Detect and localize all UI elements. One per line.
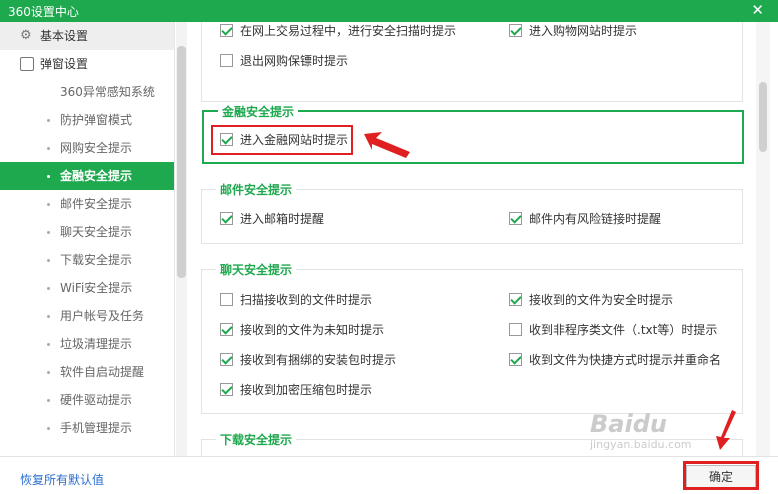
section-title: 金融安全提示: [218, 103, 299, 120]
bullet-icon: [47, 399, 50, 402]
sidebar-item-label: WiFi安全提示: [60, 281, 133, 295]
sidebar-item-anomaly[interactable]: 360异常感知系统: [0, 78, 174, 106]
scrollbar-thumb[interactable]: [759, 82, 767, 152]
option-mail-risk-link[interactable]: 邮件内有风险链接时提醒: [509, 211, 661, 227]
sidebar-item-finance[interactable]: 金融安全提示: [0, 162, 174, 190]
option-chat-unknown[interactable]: 接收到的文件为未知时提示: [220, 322, 384, 338]
settings-content: 在网上交易过程中，进行安全扫描时提示 进入购物网站时提示 退出网购保镖时提示 金…: [188, 22, 756, 456]
option-shopping-exit[interactable]: 退出网购保镖时提示: [220, 53, 348, 69]
option-chat-safe[interactable]: 接收到的文件为安全时提示: [509, 292, 673, 308]
arrow-icon: [364, 132, 410, 158]
checkbox[interactable]: [509, 212, 522, 225]
bullet-icon: [47, 231, 50, 234]
sidebar-item-label: 金融安全提示: [60, 169, 133, 183]
footer-bar: 恢复所有默认值 确定: [0, 456, 778, 494]
checkbox[interactable]: [220, 323, 233, 336]
option-shopping-scan[interactable]: 在网上交易过程中，进行安全扫描时提示: [220, 23, 456, 39]
section-title: 下载安全提示: [216, 431, 297, 448]
sidebar-item-shopping[interactable]: 网购安全提示: [0, 134, 174, 162]
sidebar-item-cleanup[interactable]: 垃圾清理提示: [0, 330, 174, 358]
annotation-ok-box: [683, 461, 759, 490]
option-shopping-site[interactable]: 进入购物网站时提示: [509, 23, 637, 39]
sidebar-item-label: 防护弹窗模式: [60, 113, 133, 127]
title-bar: 360设置中心 ✕: [0, 0, 778, 22]
option-chat-bundled[interactable]: 接收到有捆绑的安装包时提示: [220, 352, 396, 368]
checkbox[interactable]: [220, 293, 233, 306]
sidebar-item-autostart[interactable]: 软件自启动提醒: [0, 358, 174, 386]
sidebar-group-popup[interactable]: 弹窗设置: [0, 50, 174, 78]
section-title: 邮件安全提示: [216, 181, 297, 198]
sidebar-item-label: 下载安全提示: [60, 253, 133, 267]
sidebar: ⚙ 基本设置 弹窗设置 360异常感知系统 防护弹窗模式 网购安全提示 金融安全…: [0, 22, 175, 456]
option-chat-scan[interactable]: 扫描接收到的文件时提示: [220, 292, 372, 308]
bullet-icon: [47, 175, 50, 178]
sidebar-item-mail[interactable]: 邮件安全提示: [0, 190, 174, 218]
option-chat-shortcut[interactable]: 收到文件为快捷方式时提示并重命名: [509, 352, 721, 368]
sidebar-scrollbar[interactable]: [176, 22, 187, 456]
option-chat-nonprogram[interactable]: 收到非程序类文件（.txt等）时提示: [509, 322, 717, 338]
sidebar-item-label: 聊天安全提示: [60, 225, 133, 239]
bullet-icon: [47, 203, 50, 206]
close-icon[interactable]: ✕: [751, 1, 764, 19]
window-icon: [20, 57, 34, 71]
content-scrollbar[interactable]: [756, 22, 770, 456]
sidebar-item-wifi[interactable]: WiFi安全提示: [0, 274, 174, 302]
checkbox[interactable]: [509, 323, 522, 336]
sidebar-item-label: 用户帐号及任务: [60, 309, 145, 323]
sidebar-item-label: 360异常感知系统: [60, 85, 155, 99]
bullet-icon: [47, 343, 50, 346]
chat-section: 聊天安全提示 扫描接收到的文件时提示 接收到的文件为安全时提示 接收到的文件为未…: [201, 261, 743, 414]
watermark-brand: Baidu: [590, 410, 667, 438]
sidebar-item-phone[interactable]: 手机管理提示: [0, 414, 174, 442]
bullet-icon: [47, 427, 50, 430]
checkbox[interactable]: [509, 24, 522, 37]
section-title: 聊天安全提示: [216, 261, 297, 278]
bullet-icon: [47, 259, 50, 262]
sidebar-item-account[interactable]: 用户帐号及任务: [0, 302, 174, 330]
bullet-icon: [47, 119, 50, 122]
checkbox[interactable]: [220, 383, 233, 396]
sidebar-item-label: 软件自启动提醒: [60, 365, 145, 379]
option-mail-enter[interactable]: 进入邮箱时提醒: [220, 211, 324, 227]
sidebar-item-label: 网购安全提示: [60, 141, 133, 155]
sidebar-item-driver[interactable]: 硬件驱动提示: [0, 386, 174, 414]
sidebar-group-label: 基本设置: [40, 29, 89, 43]
bullet-icon: [47, 315, 50, 318]
bullet-icon: [47, 147, 50, 150]
sidebar-item-label: 硬件驱动提示: [60, 393, 133, 407]
checkbox[interactable]: [220, 212, 233, 225]
sidebar-item-popup-mode[interactable]: 防护弹窗模式: [0, 106, 174, 134]
sidebar-item-label: 垃圾清理提示: [60, 337, 133, 351]
checkbox[interactable]: [509, 293, 522, 306]
sidebar-item-label: 邮件安全提示: [60, 197, 133, 211]
sidebar-group-basic[interactable]: ⚙ 基本设置: [0, 22, 174, 50]
sidebar-item-download[interactable]: 下载安全提示: [0, 246, 174, 274]
restore-defaults-link[interactable]: 恢复所有默认值: [20, 471, 104, 488]
scrollbar-thumb[interactable]: [177, 46, 186, 278]
bullet-icon: [47, 287, 50, 290]
bullet-icon: [47, 371, 50, 374]
watermark-url: jingyan.baidu.com: [590, 438, 692, 451]
checkbox[interactable]: [220, 353, 233, 366]
checkbox[interactable]: [509, 353, 522, 366]
sidebar-group-label: 弹窗设置: [40, 57, 89, 71]
checkbox[interactable]: [220, 24, 233, 37]
window-title: 360设置中心: [8, 5, 79, 19]
gear-icon: ⚙: [20, 28, 32, 43]
sidebar-item-label: 手机管理提示: [60, 421, 133, 435]
checkbox[interactable]: [220, 54, 233, 67]
mail-section: 邮件安全提示 进入邮箱时提醒 邮件内有风险链接时提醒: [201, 181, 743, 244]
shopping-section: 在网上交易过程中，进行安全扫描时提示 进入购物网站时提示 退出网购保镖时提示: [201, 22, 743, 102]
annotation-highlight-box: [211, 125, 353, 155]
option-chat-encrypted[interactable]: 接收到加密压缩包时提示: [220, 382, 372, 398]
sidebar-item-chat[interactable]: 聊天安全提示: [0, 218, 174, 246]
